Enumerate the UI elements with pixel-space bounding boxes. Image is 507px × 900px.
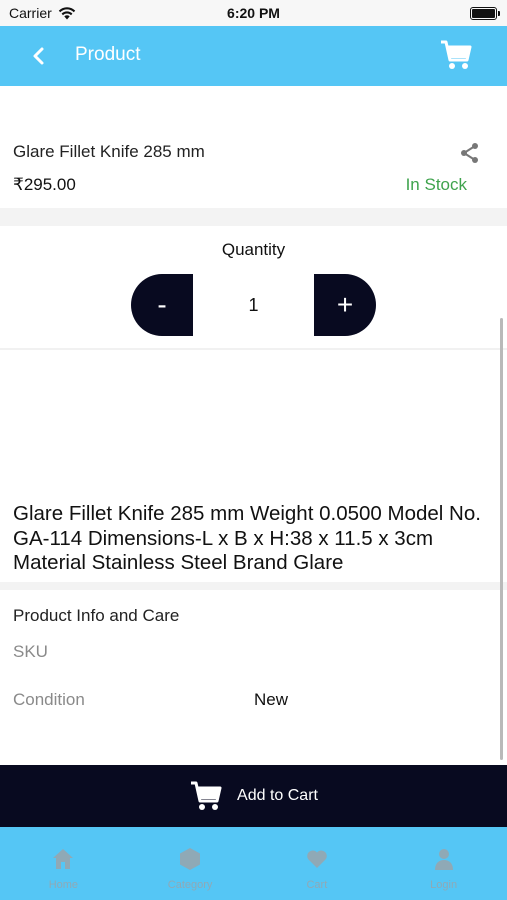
- divider: [0, 348, 507, 350]
- tab-category[interactable]: Category: [127, 827, 254, 900]
- add-to-cart-button[interactable]: Add to Cart: [0, 765, 507, 827]
- tab-bar: Home Category Cart Login: [0, 827, 507, 900]
- tab-category-label: Category: [167, 879, 213, 891]
- section-separator: [0, 582, 507, 590]
- quantity-label: Quantity: [221, 240, 286, 259]
- cart-icon: [191, 781, 222, 810]
- battery-icon: [470, 7, 500, 20]
- user-icon: [434, 849, 453, 870]
- status-time: 6:20 PM: [227, 5, 280, 21]
- increase-quantity-button[interactable]: +: [314, 274, 376, 336]
- tab-home-label: Home: [48, 879, 79, 891]
- quantity-value[interactable]: 1: [193, 274, 314, 336]
- product-name: Glare Fillet Knife 285 mm: [13, 142, 205, 161]
- home-icon: [53, 849, 74, 869]
- product-description: Glare Fillet Knife 285 mm Weight 0.0500 …: [13, 502, 481, 574]
- condition-label: Condition: [13, 690, 85, 709]
- decrease-quantity-button[interactable]: -: [131, 274, 193, 336]
- chevron-left-icon[interactable]: [26, 42, 52, 70]
- info-title: Product Info and Care: [13, 606, 180, 625]
- quantity-section: Quantity - 1 +: [0, 226, 507, 348]
- product-price: ₹295.00: [13, 175, 76, 194]
- page-title: Product: [75, 44, 141, 65]
- share-icon[interactable]: [459, 142, 481, 164]
- product-header: Glare Fillet Knife 285 mm ₹295.00 In Sto…: [0, 86, 507, 208]
- tab-cart[interactable]: Cart: [254, 827, 381, 900]
- cart-icon[interactable]: [439, 38, 473, 72]
- add-to-cart-label: Add to Cart: [237, 787, 318, 804]
- section-separator: [0, 208, 507, 226]
- nav-bar: Product: [0, 26, 507, 86]
- scrollbar[interactable]: [500, 318, 503, 760]
- heart-icon: [307, 850, 327, 868]
- tab-login[interactable]: Login: [380, 827, 507, 900]
- tab-cart-label: Cart: [306, 879, 328, 891]
- status-bar: Carrier 6:20 PM: [0, 0, 507, 26]
- condition-value: New: [254, 690, 289, 709]
- tab-login-label: Login: [430, 879, 458, 891]
- sku-label: SKU: [13, 642, 48, 661]
- category-icon: [180, 848, 201, 870]
- tab-home[interactable]: Home: [0, 827, 127, 900]
- stock-status: In Stock: [405, 175, 467, 194]
